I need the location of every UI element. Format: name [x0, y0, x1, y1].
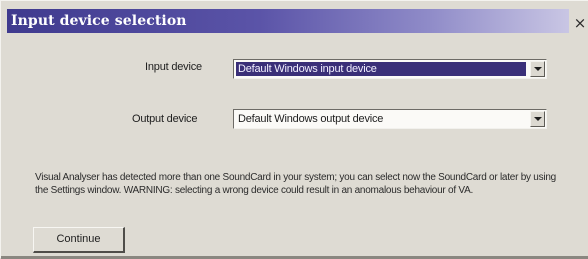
input-device-value: Default Windows input device: [236, 62, 526, 76]
output-device-label: Output device: [132, 113, 198, 125]
input-device-selection-dialog: Input device selection × Input device De…: [0, 0, 588, 259]
close-icon[interactable]: ×: [573, 15, 587, 31]
chevron-down-icon[interactable]: [530, 111, 545, 127]
input-device-label: Input device: [145, 61, 202, 73]
input-device-select[interactable]: Default Windows input device: [233, 59, 547, 79]
chevron-down-icon[interactable]: [530, 61, 545, 77]
continue-button[interactable]: Continue: [33, 227, 125, 253]
window-title: Input device selection: [11, 13, 187, 29]
info-message: Visual Analyser has detected more than o…: [35, 172, 556, 196]
output-device-value: Default Windows output device: [238, 113, 384, 125]
title-bar[interactable]: Input device selection: [7, 9, 569, 33]
output-device-select[interactable]: Default Windows output device: [233, 109, 547, 129]
